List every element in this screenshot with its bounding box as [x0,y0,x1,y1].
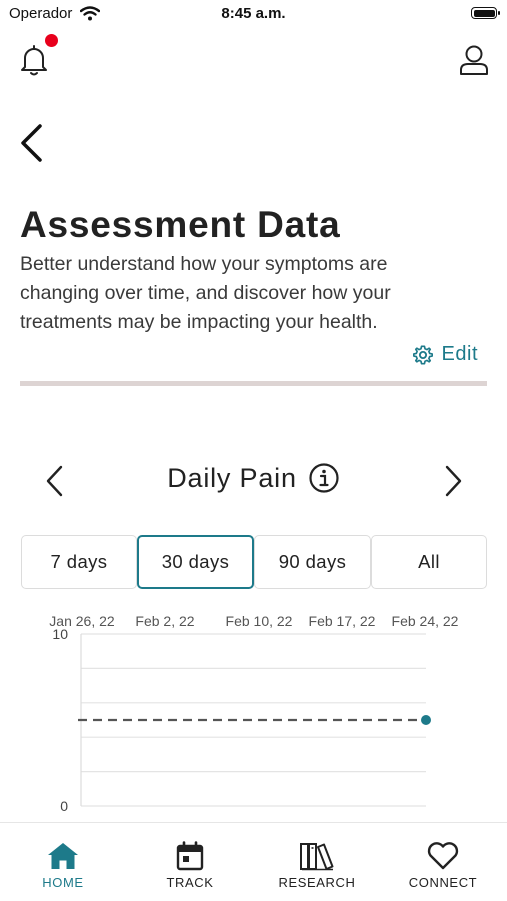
nav-track[interactable]: TRACK [135,841,245,890]
edit-button[interactable]: Edit [412,343,478,366]
bottom-nav: HOME TRACK RESEARCH CONNECT [0,822,507,901]
chart-title: Daily Pain [167,462,297,493]
chart-header: Daily Pain [0,462,507,494]
range-tab-all[interactable]: All [371,535,487,589]
section-divider [20,381,487,386]
info-icon[interactable] [308,462,340,494]
nav-label: HOME [42,875,84,890]
edit-label: Edit [441,343,478,365]
x-tick-label: Feb 24, 22 [392,613,459,629]
x-tick-label: Jan 26, 22 [49,613,115,629]
range-tab-label: 30 days [161,551,230,572]
chart-next-button[interactable] [442,463,464,499]
page-description: Better understand how your symptoms are … [20,253,391,333]
notification-badge [45,34,58,47]
nav-home[interactable]: HOME [8,841,118,890]
nav-label: CONNECT [408,875,478,890]
x-tick-label: Feb 17, 22 [309,613,376,629]
page-title: Assessment Data [20,204,341,245]
home-icon [48,843,78,869]
range-tab-label: 90 days [278,551,347,572]
range-tabs: 7 days 30 days 90 days All [21,535,487,589]
status-bar: Operador 8:45 a.m. [0,0,507,28]
daily-pain-chart: 0 10 Jan 26, 22 Feb 2, 22 Feb 10, 22 Feb 17, … [0,600,507,820]
x-tick-label: Feb 10, 22 [226,613,293,629]
status-time: 8:45 a.m. [221,5,286,22]
back-button[interactable] [16,122,48,164]
range-tab-7-days[interactable]: 7 days [21,535,137,589]
nav-label: RESEARCH [278,875,356,890]
nav-label: TRACK [166,875,214,890]
calendar-icon [176,841,204,871]
nav-connect[interactable]: CONNECT [388,841,498,890]
range-tab-label: All [418,551,440,572]
user-icon[interactable] [457,43,491,77]
bell-icon[interactable] [18,43,50,77]
chart-canvas: 010Jan 26, 22 Feb 2, 22 Feb 10, 22 Feb 17, … [49,613,459,814]
books-icon [300,843,334,871]
heart-icon [427,842,459,870]
range-tab-label: 7 days [50,551,108,572]
data-point [421,715,431,725]
y-tick-label: 0 [60,798,68,814]
battery-icon [471,7,500,19]
x-tick-label: Feb 2, 22 [135,613,194,629]
nav-research[interactable]: RESEARCH [262,841,372,890]
gear-icon [412,344,433,365]
range-tab-90-days[interactable]: 90 days [254,535,371,589]
range-tab-30-days[interactable]: 30 days [137,535,254,589]
